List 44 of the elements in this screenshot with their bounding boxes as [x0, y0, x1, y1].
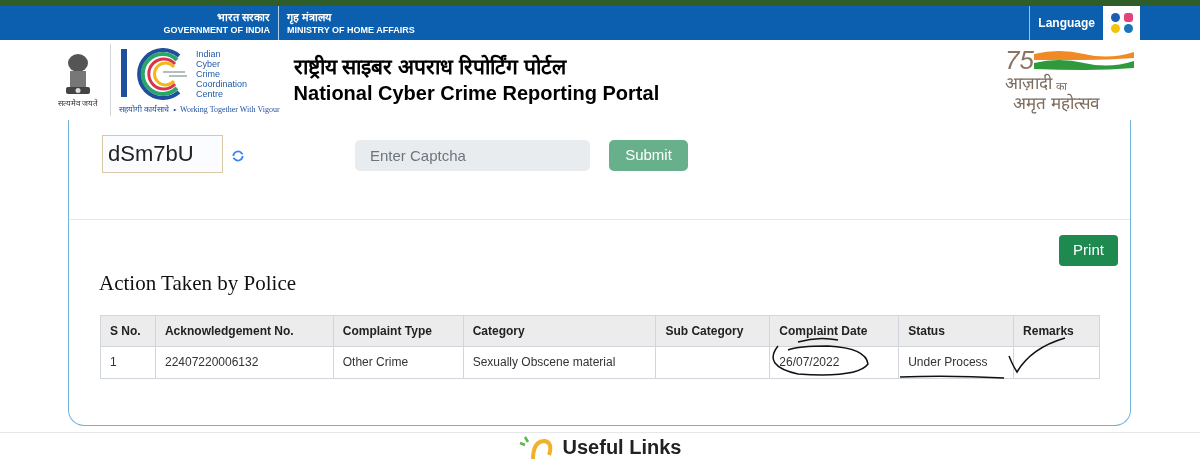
table-cell: 1 — [101, 346, 156, 378]
column-header: Remarks — [1022, 322, 1075, 340]
table-cell: Other Crime — [333, 346, 464, 378]
column-header: Acknowledgement No. — [155, 315, 334, 346]
gov-hindi: भारत सरकार — [216, 10, 270, 24]
i4c-logo-text: Crime — [196, 69, 221, 79]
table-cell: Sexually Obscene material — [463, 346, 657, 378]
emblem-motto: सत्यमेव जयते — [57, 99, 99, 109]
i4c-tagline-hindi: सहयोगी कार्यसाधे — [119, 105, 170, 115]
i4c-logo-text: Cyber — [196, 59, 221, 69]
table-cell: 26/07/2022 — [770, 346, 900, 378]
refresh-icon[interactable] — [231, 148, 245, 163]
flag-wave-icon — [1033, 48, 1134, 72]
table-cell: 22407220006132 — [155, 346, 334, 378]
ministry-hindi: गृह मंत्रालय — [287, 10, 333, 24]
azadi-text: आज़ादी — [1005, 74, 1052, 93]
language-button[interactable]: Language — [1038, 14, 1095, 32]
column-header: Complaint Type — [333, 315, 464, 346]
separator-dot: • — [173, 105, 177, 115]
azadi-number: 75 — [1005, 46, 1034, 74]
captcha-field[interactable]: Enter Captcha — [355, 140, 590, 171]
i4c-logo-text: Indian — [196, 49, 222, 59]
ministry-english: MINISTRY OF HOME AFFAIRS — [287, 24, 415, 36]
captcha-code: dSm7bU — [108, 140, 194, 168]
useful-links-heading: Useful Links — [562, 434, 682, 459]
column-header: S No. — [101, 315, 156, 346]
link-icon — [518, 434, 555, 459]
table-cell: Under Process — [899, 346, 1015, 378]
submit-button[interactable]: Submit — [609, 140, 688, 171]
amrit-mahotsav-text: अमृत महोत्सव — [1013, 94, 1099, 114]
i4c-logo-text: Centre — [196, 89, 224, 99]
column-header: Sub Category — [656, 315, 771, 346]
azadi-ka-text: का — [1056, 79, 1067, 93]
column-header: Complaint Date — [770, 315, 900, 346]
print-button[interactable]: Print — [1059, 235, 1118, 266]
gov-english: GOVERNMENT OF INDIA — [163, 23, 270, 36]
column-header: Category — [463, 315, 657, 346]
i4c-tagline: Working Together With Vigour — [180, 105, 280, 115]
pen-checkmark-drawing — [1007, 335, 1067, 374]
portal-title: National Cyber Crime Reporting Portal — [293, 81, 660, 106]
i4c-logo-text: Coordination — [196, 79, 248, 89]
portal-title-hindi: राष्ट्रीय साइबर अपराध रिपोर्टिंग पोर्टल — [293, 54, 568, 80]
column-header: Status — [899, 315, 1015, 346]
section-title: Action Taken by Police — [99, 270, 298, 297]
